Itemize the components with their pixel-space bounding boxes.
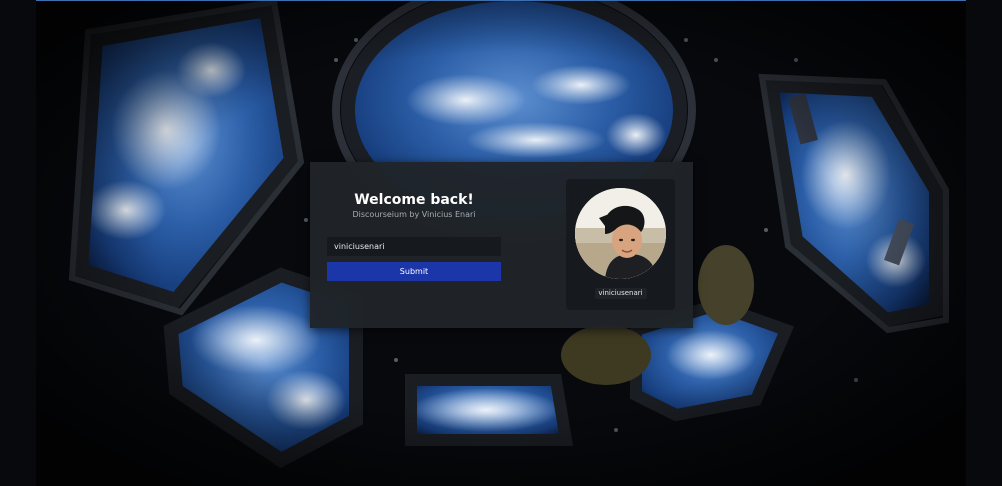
submit-button[interactable]: Submit (327, 262, 501, 281)
top-edge-line (36, 0, 966, 1)
avatar (575, 188, 666, 279)
profile-username: viniciusenari (594, 288, 647, 299)
profile-panel: viniciusenari (566, 179, 675, 310)
login-card: Welcome back! Discourseium by Vinicius E… (310, 162, 693, 328)
username-input[interactable] (327, 237, 501, 256)
app-subtitle: Discourseium by Vinicius Enari (352, 210, 476, 219)
welcome-title: Welcome back! (354, 192, 474, 208)
login-form: Welcome back! Discourseium by Vinicius E… (327, 162, 501, 328)
page-viewport: Welcome back! Discourseium by Vinicius E… (0, 0, 1002, 486)
